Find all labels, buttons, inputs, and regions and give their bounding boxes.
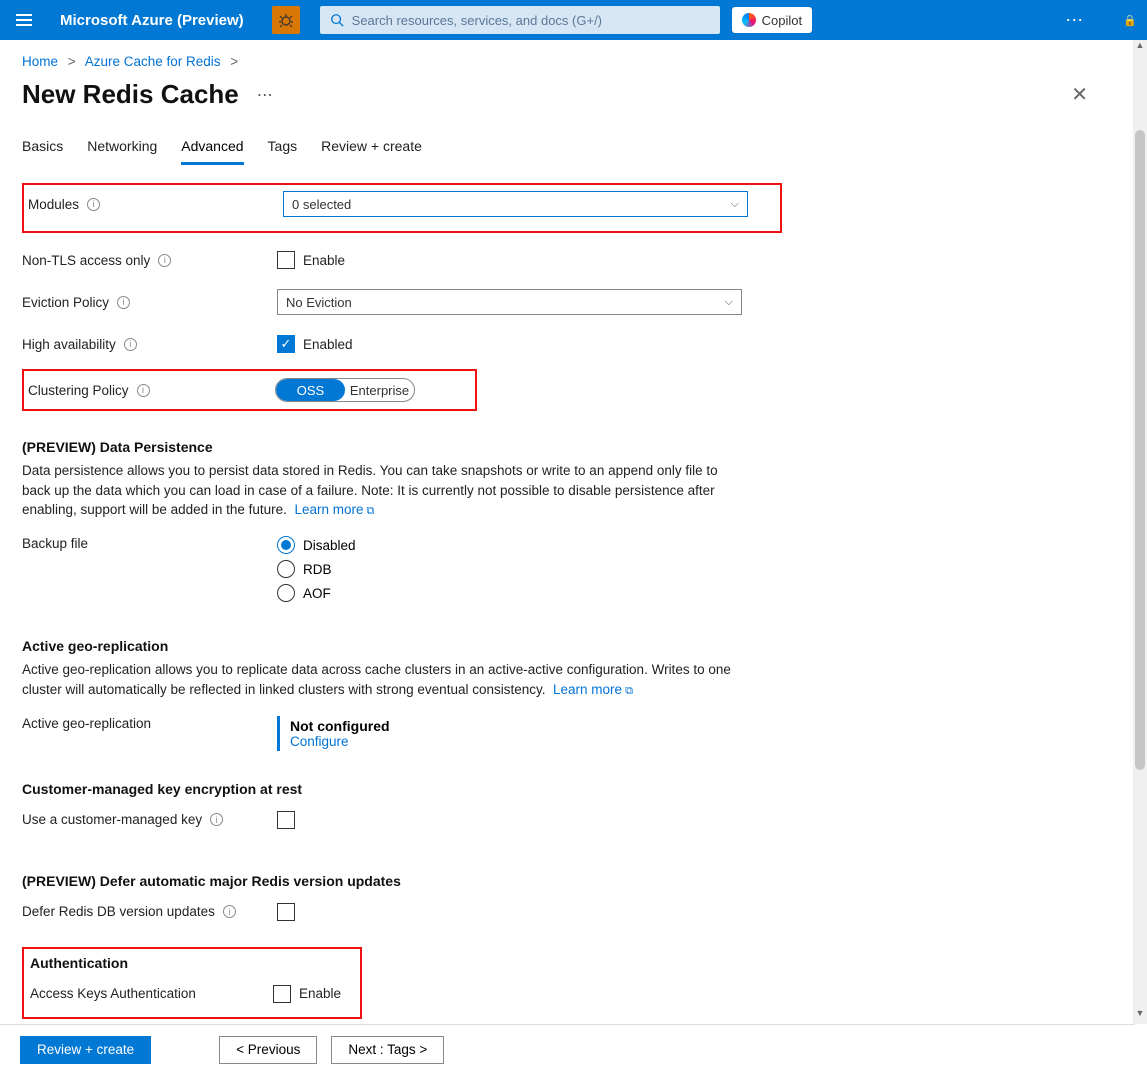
ha-label: High availability	[22, 337, 116, 352]
cmk-header: Customer-managed key encryption at rest	[22, 781, 782, 797]
cmk-row-label: Use a customer-managed key	[22, 812, 202, 827]
geo-learn-more[interactable]: Learn more⧉	[553, 682, 633, 697]
backup-file-label: Backup file	[22, 536, 88, 551]
content-area: Home > Azure Cache for Redis > New Redis…	[0, 40, 1147, 1024]
cmk-checkbox[interactable]	[277, 811, 295, 829]
scroll-down-icon[interactable]: ▼	[1133, 1008, 1147, 1024]
eviction-label: Eviction Policy	[22, 295, 109, 310]
tab-tags[interactable]: Tags	[268, 130, 298, 165]
lock-icon: 🔒	[1123, 14, 1137, 27]
review-create-button[interactable]: Review + create	[20, 1036, 151, 1064]
search-input[interactable]: Search resources, services, and docs (G+…	[320, 6, 720, 34]
auth-checkbox[interactable]	[273, 985, 291, 1003]
bug-icon	[278, 12, 294, 28]
scroll-up-icon[interactable]: ▲	[1133, 40, 1147, 56]
info-icon[interactable]: i	[87, 198, 100, 211]
breadcrumb-azure-cache[interactable]: Azure Cache for Redis	[85, 54, 221, 69]
eviction-select[interactable]: No Eviction ⌵	[277, 289, 742, 315]
backup-radio-rdb[interactable]	[277, 560, 295, 578]
defer-row-label: Defer Redis DB version updates	[22, 904, 215, 919]
modules-select[interactable]: 0 selected ⌵	[283, 191, 748, 217]
page-title: New Redis Cache	[22, 79, 239, 110]
geo-desc: Active geo-replication allows you to rep…	[22, 660, 742, 700]
persistence-learn-more[interactable]: Learn more⧉	[294, 502, 374, 517]
search-icon	[330, 13, 344, 27]
title-more-icon[interactable]: ⋯	[257, 85, 273, 105]
external-link-icon: ⧉	[367, 505, 375, 517]
breadcrumb: Home > Azure Cache for Redis >	[22, 54, 1098, 69]
brand: Microsoft Azure (Preview)	[60, 12, 244, 29]
footer: Review + create < Previous Next : Tags >	[0, 1024, 1135, 1074]
ha-checkbox[interactable]	[277, 335, 295, 353]
modules-label: Modules	[28, 197, 79, 212]
copilot-icon	[742, 13, 756, 27]
search-placeholder: Search resources, services, and docs (G+…	[352, 13, 602, 28]
external-link-icon: ⧉	[625, 685, 633, 697]
scrollbar[interactable]: ▲ ▼	[1133, 40, 1147, 1024]
auth-row-label: Access Keys Authentication	[30, 986, 196, 1001]
info-icon[interactable]: i	[117, 296, 130, 309]
backup-radio-aof[interactable]	[277, 584, 295, 602]
defer-checkbox[interactable]	[277, 903, 295, 921]
geo-not-configured: Not configured	[290, 718, 782, 734]
defer-header: (PREVIEW) Defer automatic major Redis ve…	[22, 873, 782, 889]
scrollbar-thumb[interactable]	[1135, 130, 1145, 770]
clustering-oss[interactable]: OSS	[276, 379, 345, 401]
tab-networking[interactable]: Networking	[87, 130, 157, 165]
nontls-checkbox[interactable]	[277, 251, 295, 269]
clustering-toggle[interactable]: OSS Enterprise	[275, 378, 415, 402]
info-icon[interactable]: i	[137, 384, 150, 397]
chevron-down-icon: ⌵	[731, 198, 739, 211]
feedback-bug-button[interactable]	[272, 6, 300, 34]
copilot-button[interactable]: Copilot	[732, 7, 812, 33]
topbar: Microsoft Azure (Preview) Search resourc…	[0, 0, 1147, 40]
backup-radio-disabled[interactable]	[277, 536, 295, 554]
breadcrumb-home[interactable]: Home	[22, 54, 58, 69]
close-icon[interactable]: ✕	[1071, 82, 1098, 107]
tab-basics[interactable]: Basics	[22, 130, 63, 165]
tab-advanced[interactable]: Advanced	[181, 130, 243, 165]
previous-button[interactable]: < Previous	[219, 1036, 317, 1064]
clustering-enterprise[interactable]: Enterprise	[345, 379, 414, 401]
info-icon[interactable]: i	[124, 338, 137, 351]
auth-header: Authentication	[30, 955, 354, 971]
hamburger-menu[interactable]	[16, 10, 36, 30]
geo-row-label: Active geo-replication	[22, 716, 151, 731]
tabs: Basics Networking Advanced Tags Review +…	[22, 130, 1098, 165]
info-icon[interactable]: i	[223, 905, 236, 918]
geo-configure-link[interactable]: Configure	[290, 734, 782, 749]
persistence-desc: Data persistence allows you to persist d…	[22, 461, 742, 520]
next-button[interactable]: Next : Tags >	[331, 1036, 444, 1064]
clustering-label: Clustering Policy	[28, 383, 129, 398]
info-icon[interactable]: i	[210, 813, 223, 826]
persistence-header: (PREVIEW) Data Persistence	[22, 439, 782, 455]
tab-review[interactable]: Review + create	[321, 130, 422, 165]
info-icon[interactable]: i	[158, 254, 171, 267]
topbar-more-icon[interactable]: ⋯	[1065, 10, 1083, 31]
nontls-label: Non-TLS access only	[22, 253, 150, 268]
geo-header: Active geo-replication	[22, 638, 782, 654]
chevron-down-icon: ⌵	[725, 296, 733, 309]
